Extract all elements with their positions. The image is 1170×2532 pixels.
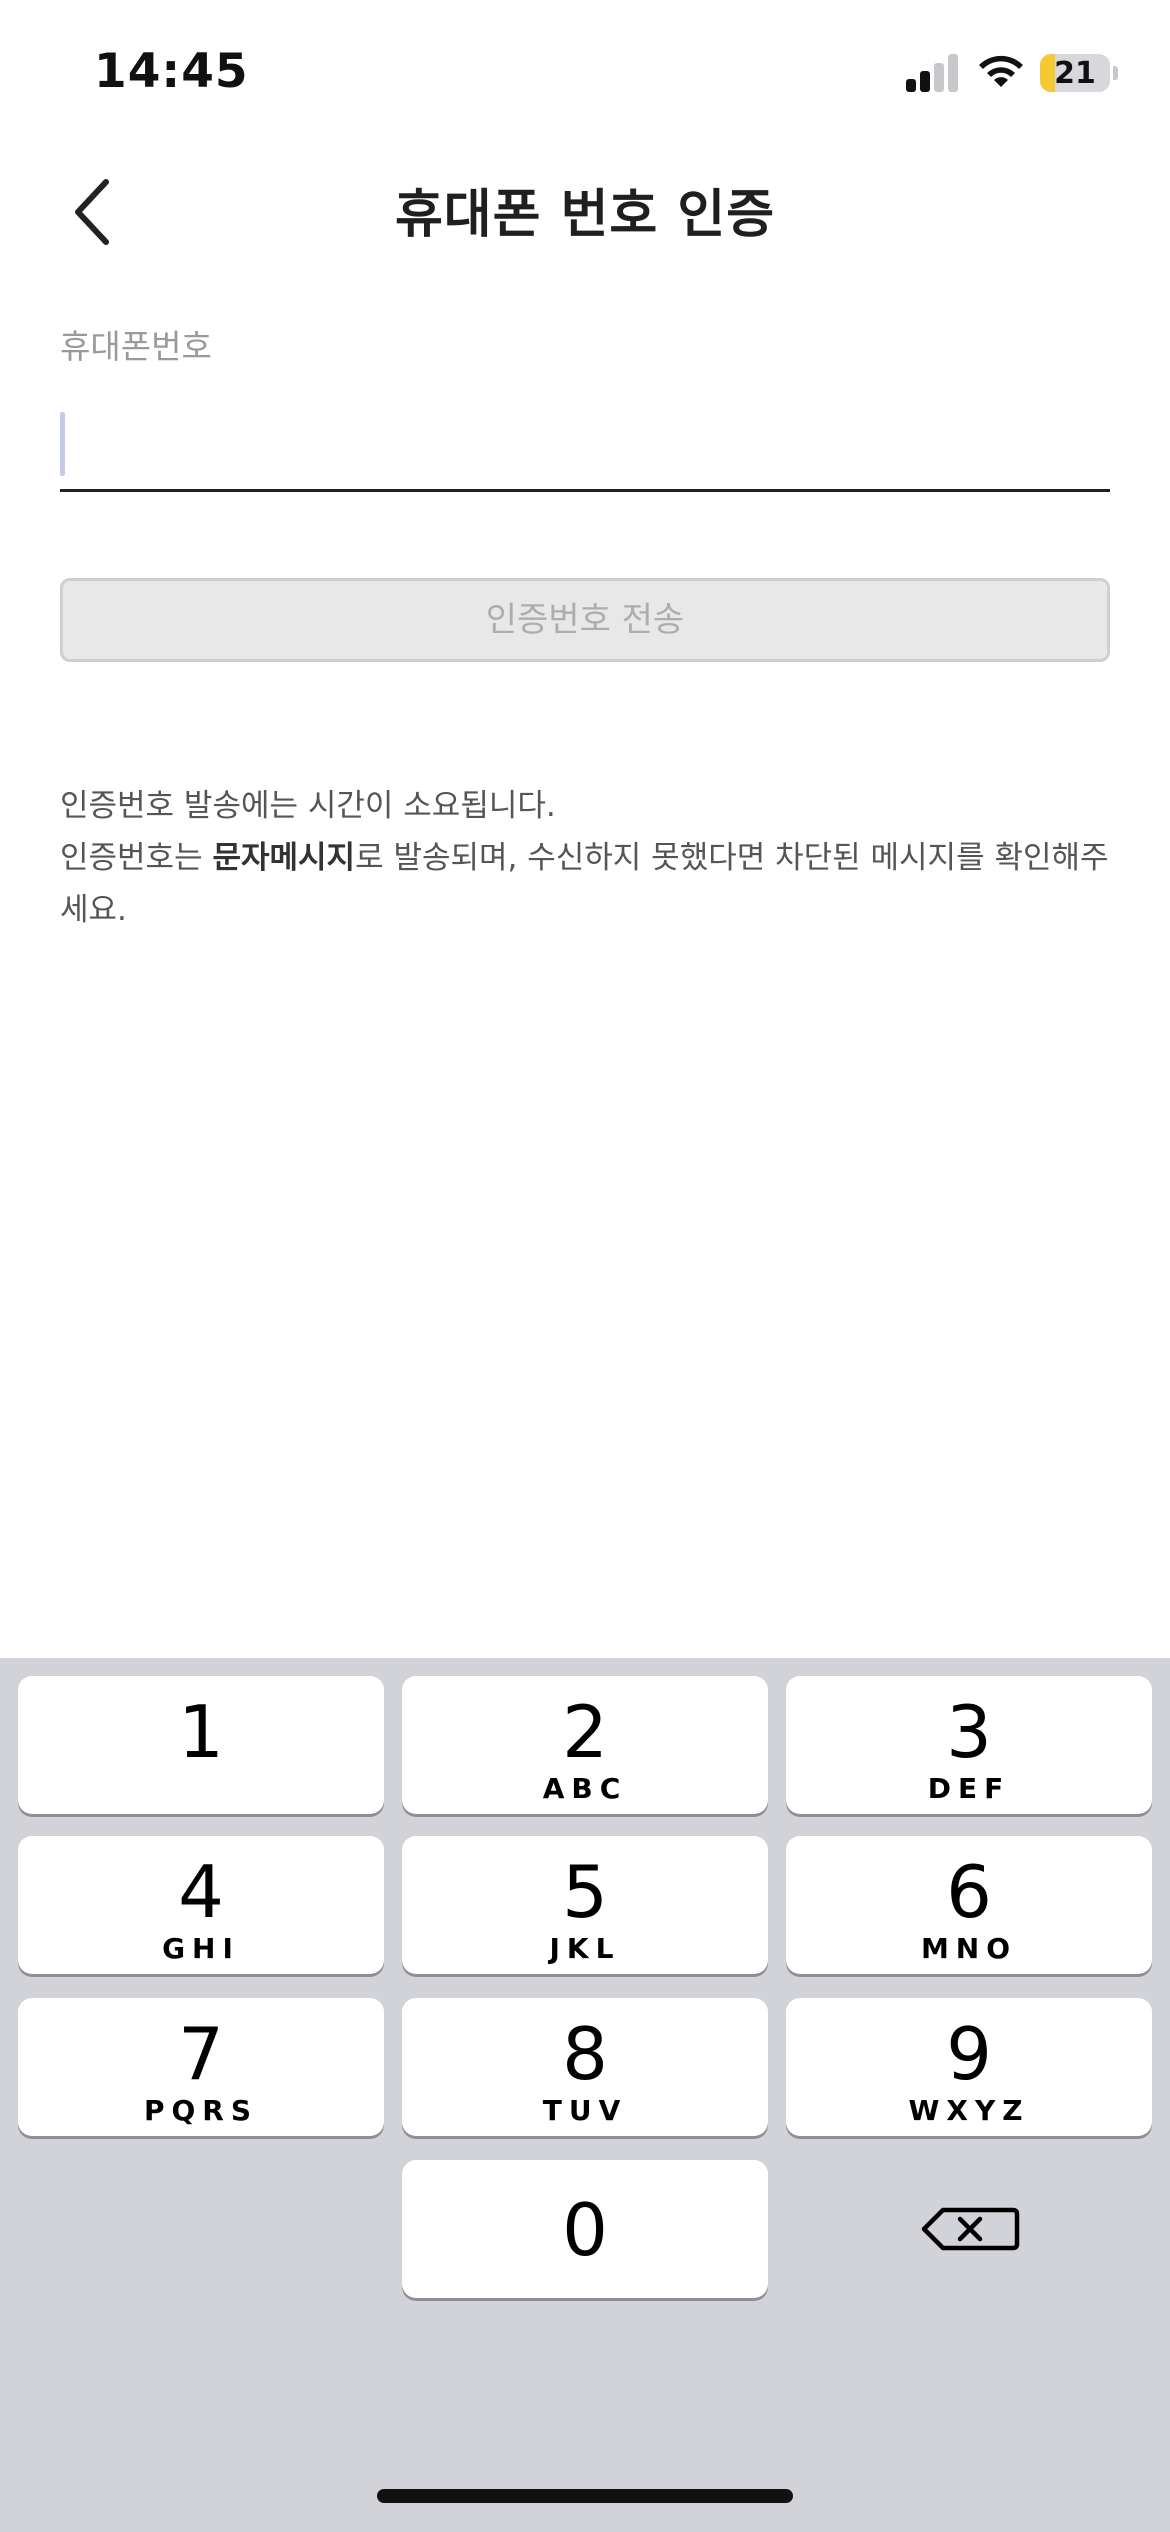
key-letters: DEF: [927, 1772, 1011, 1805]
key-letters: PQRS: [143, 2094, 259, 2127]
key-4[interactable]: 4 GHI: [18, 1836, 384, 1974]
key-5[interactable]: 5 JKL: [402, 1836, 768, 1974]
key-digit: 7: [178, 2012, 224, 2096]
wifi-icon: [979, 55, 1023, 87]
key-0[interactable]: 0: [402, 2160, 768, 2298]
key-digit: 9: [946, 2012, 992, 2096]
key-letters: ABC: [542, 1772, 628, 1805]
key-letters: TUV: [542, 2094, 628, 2127]
key-letters: WXYZ: [908, 2094, 1030, 2127]
send-verification-code-button[interactable]: 인증번호 전송: [60, 578, 1110, 662]
text-cursor: [60, 412, 65, 476]
key-digit: 6: [946, 1850, 992, 1934]
status-time: 14:45: [94, 44, 249, 99]
backspace-icon: [921, 2207, 1020, 2251]
phone-verification-screen: 14:45 21 휴대폰 번호 인증 휴대폰번호 인증번호 전송 인증번호 발송…: [0, 0, 1170, 2532]
key-3[interactable]: 3 DEF: [786, 1676, 1152, 1814]
info-text: 인증번호 발송에는 시간이 소요됩니다. 인증번호는 문자메시지로 발송되며, …: [60, 780, 1120, 936]
phone-number-input[interactable]: [60, 400, 1110, 492]
key-6[interactable]: 6 MNO: [786, 1836, 1152, 1974]
delete-key[interactable]: [786, 2160, 1152, 2298]
key-letters: JKL: [549, 1932, 621, 1965]
key-7[interactable]: 7 PQRS: [18, 1998, 384, 2136]
key-digit: 1: [178, 1690, 224, 1774]
cellular-signal-icon: [906, 52, 958, 92]
key-8[interactable]: 8 TUV: [402, 1998, 768, 2136]
info-line-2-prefix: 인증번호는: [60, 840, 213, 876]
battery-level: 21: [1054, 55, 1096, 91]
key-digit: 8: [562, 2012, 608, 2096]
key-9[interactable]: 9 WXYZ: [786, 1998, 1152, 2136]
key-digit: 3: [946, 1690, 992, 1774]
key-letters: MNO: [920, 1932, 1018, 1965]
key-digit: 5: [562, 1850, 608, 1934]
key-2[interactable]: 2 ABC: [402, 1676, 768, 1814]
key-digit: 2: [562, 1690, 608, 1774]
battery-icon: 21: [1040, 54, 1110, 92]
battery-cap: [1113, 66, 1118, 80]
info-line-1: 인증번호 발송에는 시간이 소요됩니다.: [60, 788, 556, 824]
page-title: 휴대폰 번호 인증: [394, 185, 776, 245]
info-line-2-bold: 문자메시지: [212, 840, 356, 876]
phone-field-label: 휴대폰번호: [60, 327, 212, 366]
key-letters: GHI: [162, 1932, 240, 1965]
key-1[interactable]: 1: [18, 1676, 384, 1814]
info-line-2: 인증번호는 문자메시지로 발송되며, 수신하지 못했다면 차단된 메시지를 확인…: [60, 832, 1120, 936]
home-indicator: [377, 2489, 793, 2503]
key-digit: 0: [562, 2188, 608, 2272]
status-bar: 14:45 21: [0, 0, 1170, 150]
key-digit: 4: [178, 1850, 224, 1934]
